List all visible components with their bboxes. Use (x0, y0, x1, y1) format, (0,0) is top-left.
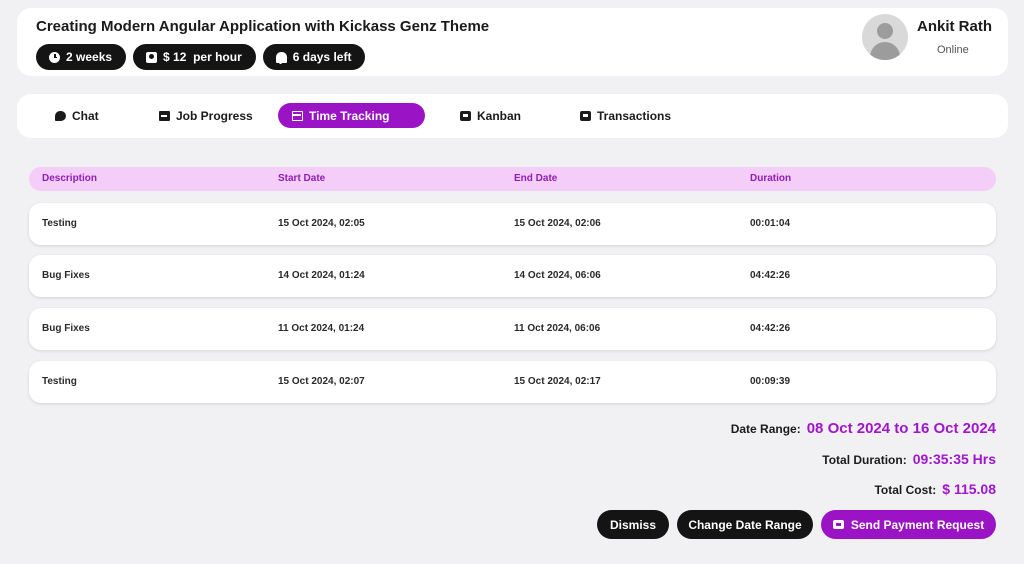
total-cost-summary: Total Cost: $ 115.08 (874, 481, 996, 497)
dismiss-button[interactable]: Dismiss (597, 510, 669, 539)
send-payment-request-label: Send Payment Request (850, 517, 985, 532)
row-duration: 04:42:26 (750, 323, 791, 334)
column-header-duration[interactable]: Duration (750, 167, 791, 191)
user-name: Ankit Rath (917, 18, 992, 35)
row-end-date: 15 Oct 2024, 02:17 (514, 376, 601, 387)
row-end-date: 11 Oct 2024, 06:06 (514, 323, 601, 334)
avatar[interactable] (862, 14, 908, 60)
row-start-date: 14 Oct 2024, 01:24 (278, 270, 365, 281)
row-end-date: 15 Oct 2024, 02:06 (514, 218, 601, 229)
rate-chip-label: $ 12 per hour (163, 50, 242, 64)
project-header: Creating Modern Angular Application with… (17, 8, 1008, 76)
column-header-end-date[interactable]: End Date (514, 167, 557, 191)
row-start-date: 11 Oct 2024, 01:24 (278, 323, 365, 334)
project-chips: 2 weeks $ 12 per hour 6 days left (36, 44, 366, 70)
kanban-icon (460, 110, 471, 121)
row-end-date: 14 Oct 2024, 06:06 (514, 270, 601, 281)
row-duration: 00:09:39 (750, 376, 791, 387)
row-start-date: 15 Oct 2024, 02:07 (278, 376, 365, 387)
project-title: Creating Modern Angular Application with… (36, 18, 490, 35)
clock-icon (49, 51, 60, 63)
column-header-start-date[interactable]: Start Date (278, 167, 325, 191)
total-duration-summary: Total Duration: 09:35:35 Hrs (822, 451, 996, 467)
tab-transactions-label: Transactions (597, 108, 672, 123)
table-row[interactable]: Bug Fixes 11 Oct 2024, 01:24 11 Oct 2024… (29, 308, 996, 350)
table-header: Description Start Date End Date Duration (29, 167, 996, 191)
tab-time-tracking-label: Time Tracking (309, 108, 390, 123)
tab-kanban[interactable]: Kanban (446, 103, 535, 128)
total-cost-label: Total Cost: (874, 483, 937, 497)
send-payment-request-button[interactable]: Send Payment Request (821, 510, 996, 539)
tab-transactions[interactable]: Transactions (566, 103, 685, 128)
row-duration: 04:42:26 (750, 270, 791, 281)
date-range-label: Date Range: (730, 422, 801, 436)
table-row[interactable]: Testing 15 Oct 2024, 02:05 15 Oct 2024, … (29, 203, 996, 245)
tab-kanban-label: Kanban (477, 108, 522, 123)
transactions-icon (580, 110, 591, 121)
tab-job-progress-label: Job Progress (176, 108, 253, 123)
chat-icon (55, 110, 66, 121)
avatar-body-shape (870, 42, 900, 60)
date-range-summary: Date Range: 08 Oct 2024 to 16 Oct 2024 (731, 420, 996, 437)
row-duration: 00:01:04 (750, 218, 791, 229)
duration-chip-label: 2 weeks (66, 50, 113, 64)
rate-chip: $ 12 per hour (133, 44, 256, 70)
row-description: Testing (42, 218, 77, 229)
progress-icon (159, 110, 170, 121)
money-icon (146, 51, 158, 63)
tab-bar: Chat Job Progress Time Tracking Kanban T… (17, 94, 1008, 138)
tab-time-tracking[interactable]: Time Tracking (278, 103, 425, 128)
total-duration-value: 09:35:35 Hrs (912, 451, 996, 467)
column-header-description[interactable]: Description (42, 167, 97, 191)
payment-icon (832, 520, 844, 529)
date-range-value: 08 Oct 2024 to 16 Oct 2024 (806, 420, 996, 437)
avatar-head-shape (877, 23, 893, 39)
table-icon (292, 110, 303, 121)
row-description: Bug Fixes (42, 270, 90, 281)
row-description: Bug Fixes (42, 323, 90, 334)
duration-chip: 2 weeks (36, 44, 127, 70)
user-status: Online (937, 44, 969, 56)
tab-chat[interactable]: Chat (41, 103, 113, 128)
tab-job-progress[interactable]: Job Progress (145, 103, 267, 128)
total-duration-label: Total Duration: (822, 453, 907, 467)
total-cost-value: $ 115.08 (942, 481, 996, 497)
change-date-range-button[interactable]: Change Date Range (677, 510, 813, 539)
table-row[interactable]: Bug Fixes 14 Oct 2024, 01:24 14 Oct 2024… (29, 255, 996, 297)
deadline-chip: 6 days left (262, 44, 366, 70)
bell-icon (275, 51, 287, 64)
tab-chat-label: Chat (72, 108, 99, 123)
deadline-chip-label: 6 days left (292, 50, 352, 64)
row-start-date: 15 Oct 2024, 02:05 (278, 218, 365, 229)
page: Creating Modern Angular Application with… (0, 0, 1024, 564)
row-description: Testing (42, 376, 77, 387)
table-row[interactable]: Testing 15 Oct 2024, 02:07 15 Oct 2024, … (29, 361, 996, 403)
